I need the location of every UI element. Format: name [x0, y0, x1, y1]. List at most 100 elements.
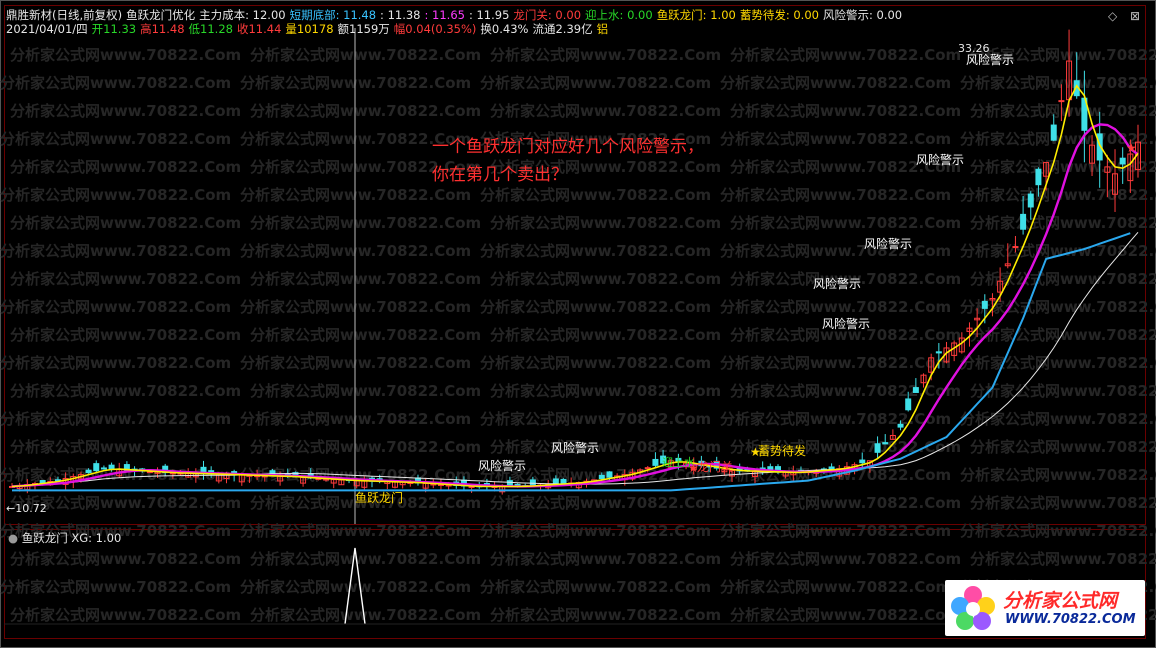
candle-body — [912, 387, 919, 393]
watermark-text: 分析家公式网www.70822.Com — [720, 74, 951, 92]
callout-line1: 一个鱼跃龙门对应好几个风险警示， — [432, 137, 704, 157]
watermark-text: 分析家公式网www.70822.Com — [480, 410, 711, 428]
row1-field-10: 蓄势待发: 0.00 — [739, 8, 819, 22]
watermark-text: 分析家公式网www.70822.Com — [0, 354, 231, 372]
row1-field-0: 鼎胜新材(日线,前复权) — [6, 8, 123, 22]
star-icon: ★ — [688, 461, 699, 475]
watermark-text: 分析家公式网www.70822.Com — [490, 382, 721, 400]
watermark-text: 分析家公式网www.70822.Com — [720, 578, 951, 596]
star-icon: ★ — [1126, 141, 1137, 155]
candle-body — [108, 464, 115, 470]
candle-body — [1119, 157, 1126, 165]
watermark-text: 分析家公式网www.70822.Com — [10, 270, 241, 288]
watermark-text: 分析家公式网www.70822.Com — [0, 578, 231, 596]
watermark-text: 分析家公式网www.70822.Com — [250, 382, 481, 400]
candle-body — [905, 398, 912, 411]
watermark-text: 分析家公式网www.70822.Com — [970, 494, 1156, 512]
row2-field-10: 铝 — [596, 22, 609, 36]
watermark-text: 分析家公式网www.70822.Com — [0, 130, 231, 148]
watermark-text: 分析家公式网www.70822.Com — [0, 410, 231, 428]
row1-field-4: : 11.38 — [380, 8, 421, 22]
watermark-text: 分析家公式网www.70822.Com — [730, 606, 961, 624]
watermark-text: 分析家公式网www.70822.Com — [970, 550, 1156, 568]
watermark-text: 分析家公式网www.70822.Com — [490, 102, 721, 120]
watermark-text: 分析家公式网www.70822.Com — [970, 214, 1156, 232]
row1-field-5: : 11.65 — [424, 8, 465, 22]
candle-body — [1058, 100, 1065, 103]
star-icon: ★ — [750, 445, 761, 459]
candle-body — [859, 459, 866, 464]
row1-field-6: : 11.95 — [468, 8, 510, 22]
flower-icon — [951, 586, 995, 630]
candle-body — [1020, 213, 1027, 230]
watermark-text: 分析家公式网www.70822.Com — [250, 326, 481, 344]
candle-body — [100, 467, 107, 470]
row1-field-2: 主力成本: 12.00 — [199, 8, 286, 22]
watermark-text: 分析家公式网www.70822.Com — [730, 46, 961, 64]
quote-header: 2021/04/01/四 开11.33 高11.48 低11.28 收11.44 量101… — [6, 22, 612, 36]
watermark-text: 分析家公式网www.70822.Com — [10, 158, 241, 176]
candle-body — [39, 480, 46, 484]
watermark-text: 分析家公式网www.70822.Com — [480, 186, 711, 204]
chart-canvas[interactable]: 分析家公式网www.70822.Com 分析家公式网www.70822.Com 分析… — [0, 0, 1156, 648]
row1-field-1: 鱼跃龙门优化 — [126, 8, 196, 22]
candle-body — [1050, 124, 1057, 141]
candle-body — [652, 458, 659, 466]
watermark-text: 分析家公式网www.70822.Com — [240, 410, 471, 428]
dragon-gate-label: 龙门关 — [697, 459, 733, 474]
risk-warning-label: 风险警示 — [478, 458, 526, 473]
diamond-icon[interactable]: ◇ — [1108, 9, 1117, 23]
watermark-text: 分析家公式网www.70822.Com — [960, 466, 1156, 484]
watermark-text: 分析家公式网www.70822.Com — [10, 102, 241, 120]
row2-field-7: 幅0.04(0.35%) — [393, 22, 477, 36]
callout-line2: 你在第几个卖出？ — [432, 165, 568, 185]
watermark-text: 分析家公式网www.70822.Com — [970, 382, 1156, 400]
watermark-text: 分析家公式网www.70822.Com — [10, 326, 241, 344]
watermark-text: 分析家公式网www.70822.Com — [490, 326, 721, 344]
watermark-text: 分析家公式网www.70822.Com — [720, 410, 951, 428]
watermark-text: 分析家公式网www.70822.Com — [730, 102, 961, 120]
watermark-text: 分析家公式网www.70822.Com — [480, 298, 711, 316]
row2-field-6: 额1159万 — [337, 22, 390, 36]
risk-warning-label: 风险警示 — [864, 236, 912, 251]
watermark-text: 分析家公式网www.70822.Com — [10, 382, 241, 400]
row2-field-8: 换0.43% — [480, 22, 529, 36]
watermark-text: 分析家公式网www.70822.Com — [0, 186, 231, 204]
watermark-text: 分析家公式网www.70822.Com — [0, 242, 231, 260]
watermark-text: 分析家公式网www.70822.Com — [480, 354, 711, 372]
indicator-header: 鼎胜新材(日线,前复权) 鱼跃龙门优化 主力成本: 12.00 短期底部: 11.48… — [6, 8, 906, 22]
watermark-text: 分析家公式网www.70822.Com — [250, 214, 481, 232]
candle-body — [606, 471, 613, 478]
watermark-text: 分析家公式网www.70822.Com — [240, 298, 471, 316]
candle-body — [1027, 193, 1034, 208]
candle-body — [1035, 168, 1042, 186]
candle-body — [882, 442, 889, 445]
fish-gate-label: 鱼跃龙门 — [355, 490, 403, 505]
watermark-text: 分析家公式网www.70822.Com — [240, 186, 471, 204]
watermark-text: 分析家公式网www.70822.Com — [970, 102, 1156, 120]
watermark-text: 分析家公式网www.70822.Com — [490, 270, 721, 288]
collapse-icon[interactable]: ● — [8, 531, 18, 545]
candle-body — [1012, 246, 1019, 249]
watermark-text: 分析家公式网www.70822.Com — [0, 298, 231, 316]
row1-field-3: 短期底部: 11.48 — [289, 8, 377, 22]
candle-body — [897, 423, 904, 428]
watermark-text: 分析家公式网www.70822.Com — [720, 186, 951, 204]
watermark-text: 分析家公式网www.70822.Com — [490, 550, 721, 568]
watermark-text: 分析家公式网www.70822.Com — [960, 522, 1156, 540]
watermark-text: 分析家公式网www.70822.Com — [720, 130, 951, 148]
watermark-text: 分析家公式网www.70822.Com — [490, 214, 721, 232]
watermark-text: 分析家公式网www.70822.Com — [250, 606, 481, 624]
watermark-text: 分析家公式网www.70822.Com — [480, 242, 711, 260]
row2-field-4: 收11.44 — [236, 22, 282, 36]
watermark-text: 分析家公式网www.70822.Com — [490, 494, 721, 512]
watermark-text: 分析家公式网www.70822.Com — [480, 522, 711, 540]
row1-field-11: 风险警示: 0.00 — [822, 8, 903, 22]
watermark-text: 分析家公式网www.70822.Com — [730, 550, 961, 568]
watermark-text: 分析家公式网www.70822.Com — [960, 354, 1156, 372]
candle-body — [644, 467, 651, 470]
watermark-text: 分析家公式网www.70822.Com — [960, 242, 1156, 260]
close-icon[interactable]: ⊠ — [1130, 9, 1140, 23]
indicator-name: 鱼跃龙门 — [21, 531, 68, 545]
row2-field-3: 低11.28 — [188, 22, 233, 36]
